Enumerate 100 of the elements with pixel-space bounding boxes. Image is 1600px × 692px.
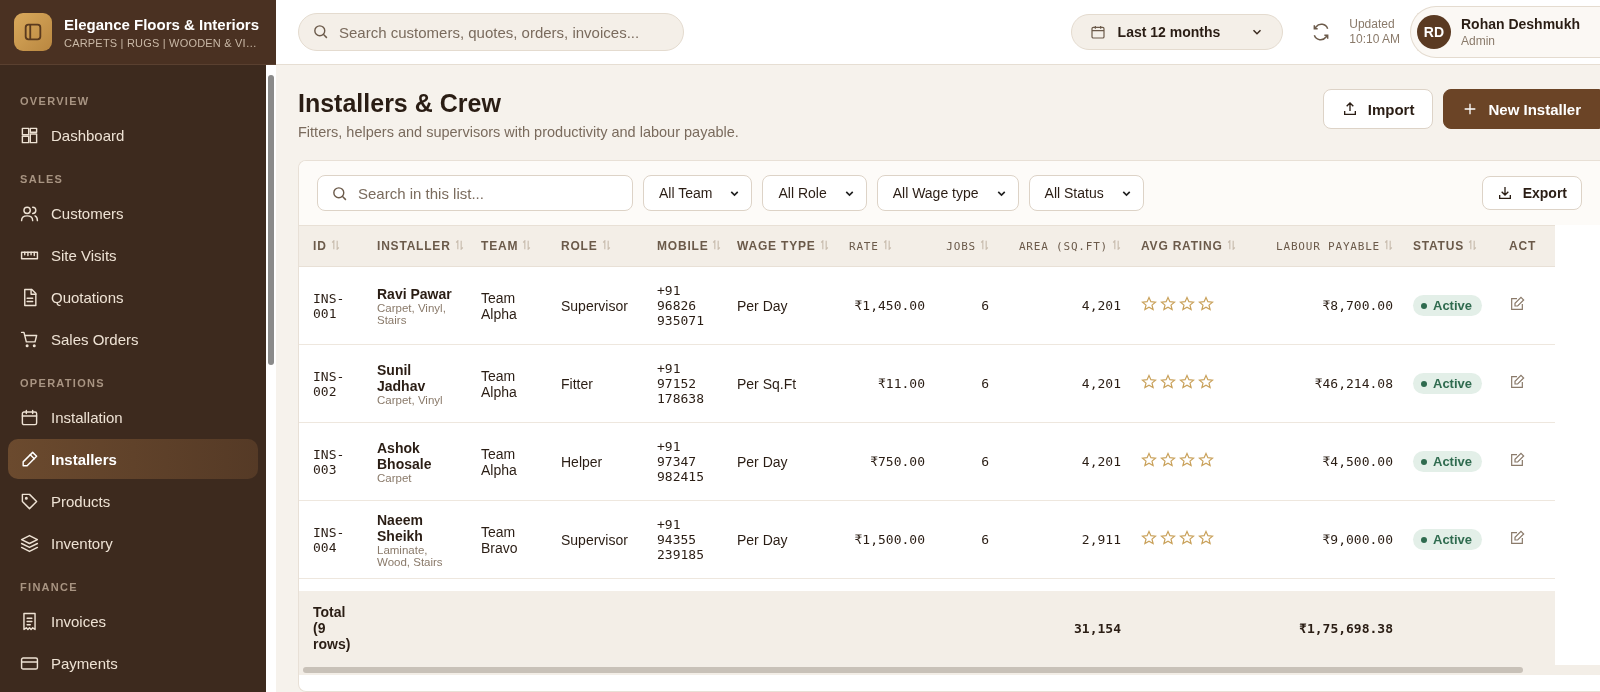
- rate-cell: ₹1,500.00: [835, 500, 931, 579]
- horizontal-scrollbar[interactable]: [303, 667, 1523, 673]
- column-header[interactable]: TEAM: [467, 225, 547, 267]
- mobile-cell: +91 94355 239185: [643, 500, 723, 579]
- id-cell: INS-001: [299, 266, 363, 345]
- wage-type-cell: Per Day: [723, 500, 835, 579]
- installer-name: Ashok Bhosale: [377, 439, 433, 472]
- filter-dropdown[interactable]: All Status: [1028, 175, 1144, 211]
- role-cell: Helper: [547, 422, 643, 501]
- team-cell: Team Alpha: [467, 344, 547, 423]
- list-search-field[interactable]: Search in this list...: [317, 175, 633, 211]
- rate-cell: ₹750.00: [835, 422, 931, 501]
- filter-dropdown[interactable]: All Wage type: [876, 175, 1019, 211]
- status-badge: Active: [1413, 373, 1483, 394]
- star-icon: [1141, 374, 1157, 390]
- installer-skills: Carpet, Vinyl, Stairs: [377, 301, 447, 326]
- sort-icon: [1384, 239, 1393, 250]
- star-icon: [1141, 530, 1157, 546]
- nav-section-title: OPERATIONS: [19, 376, 106, 391]
- nav-item[interactable]: Customers: [8, 193, 258, 233]
- new-button[interactable]: New Installer: [1443, 89, 1600, 129]
- nav-section-title: SALES: [19, 172, 65, 187]
- updated-time: 10:10 AM: [1349, 32, 1400, 47]
- total-payable: ₹1,75,698.38: [1249, 591, 1399, 665]
- grid-icon: [20, 125, 39, 145]
- import-button[interactable]: Import: [1322, 89, 1434, 129]
- jobs-cell: 6: [931, 344, 995, 423]
- nav-item[interactable]: Products: [8, 481, 258, 521]
- page-title: Installers & Crew: [298, 89, 502, 118]
- upload-icon: [1341, 101, 1358, 117]
- column-header[interactable]: RATE: [835, 225, 931, 267]
- edit-icon[interactable]: [1509, 374, 1525, 390]
- brand-logo-icon: [14, 13, 52, 51]
- star-icon: [1198, 296, 1214, 312]
- nav-item[interactable]: Payments: [8, 643, 258, 683]
- installer-name: Sunil Jadhav: [377, 361, 427, 394]
- installer-name: Naeem Sheikh: [377, 511, 424, 544]
- column-header[interactable]: ID: [299, 225, 363, 267]
- star-icon: [1160, 374, 1176, 390]
- page-subtitle: Fitters, helpers and supervisors with productivity and labour payable.: [298, 124, 739, 140]
- sort-icon: [819, 240, 829, 250]
- id-cell: INS-003: [299, 422, 363, 501]
- user-avatar: RD: [1417, 15, 1451, 49]
- column-header[interactable]: MOBILE: [643, 225, 723, 267]
- period-dropdown[interactable]: Last 12 months: [1070, 14, 1284, 50]
- installer-skills: Carpet, Vinyl: [377, 393, 444, 406]
- column-header[interactable]: INSTALLER: [363, 225, 467, 267]
- sort-icon: [522, 240, 532, 250]
- wage-type-cell: Per Day: [723, 266, 835, 345]
- payable-cell: ₹4,500.00: [1249, 422, 1399, 501]
- nav-item[interactable]: Site Visits: [8, 235, 258, 275]
- nav-item[interactable]: Installation: [8, 397, 258, 437]
- column-header[interactable]: WAGE TYPE: [723, 225, 835, 267]
- download-icon: [1496, 185, 1513, 201]
- edit-icon[interactable]: [1509, 296, 1525, 312]
- sort-icon: [712, 240, 722, 250]
- column-header[interactable]: STATUS: [1399, 225, 1495, 267]
- nav-item[interactable]: Inventory: [8, 523, 258, 563]
- sidebar-scrollbar[interactable]: [266, 65, 276, 692]
- sort-icon: [1468, 240, 1478, 250]
- receipt-icon: [20, 611, 39, 631]
- user-menu[interactable]: RD Rohan Deshmukh Admin: [1410, 6, 1600, 58]
- star-icon: [1179, 530, 1195, 546]
- column-header[interactable]: JOBS: [931, 225, 995, 267]
- column-header[interactable]: ROLE: [547, 225, 643, 267]
- calendar-icon: [20, 407, 39, 427]
- nav-item[interactable]: Quotations: [8, 277, 258, 317]
- tag-icon: [20, 491, 39, 511]
- nav-item[interactable]: Installers: [8, 439, 258, 479]
- star-icon: [1179, 296, 1195, 312]
- star-icon: [1198, 530, 1214, 546]
- mobile-cell: +91 97152 178638: [643, 344, 723, 423]
- export-button[interactable]: Export: [1481, 176, 1582, 210]
- star-icon: [1160, 530, 1176, 546]
- global-search-field[interactable]: Search customers, quotes, orders, invoices...: [298, 13, 684, 51]
- star-icon: [1160, 296, 1176, 312]
- status-badge: Active: [1413, 529, 1483, 550]
- column-header[interactable]: LABOUR PAYABLE: [1249, 225, 1399, 267]
- nav-item[interactable]: Invoices: [8, 601, 258, 641]
- nav-item[interactable]: Dashboard: [8, 115, 258, 155]
- star-icon: [1141, 452, 1157, 468]
- filter-dropdown[interactable]: All Team: [643, 175, 753, 211]
- mobile-cell: +91 97347 982415: [643, 422, 723, 501]
- rate-cell: ₹1,450.00: [835, 266, 931, 345]
- nav-item[interactable]: Sales Orders: [8, 319, 258, 359]
- jobs-cell: 6: [931, 266, 995, 345]
- column-header[interactable]: AREA (SQ.FT): [995, 225, 1127, 267]
- column-header[interactable]: ACT: [1495, 225, 1555, 267]
- column-header[interactable]: AVG RATING: [1127, 225, 1249, 267]
- nav-section-title: FINANCE: [19, 580, 79, 595]
- payable-cell: ₹46,214.08: [1249, 344, 1399, 423]
- edit-icon[interactable]: [1509, 452, 1525, 468]
- brand-name: Elegance Floors & Interiors: [64, 15, 260, 33]
- sort-icon: [1226, 240, 1236, 250]
- edit-icon[interactable]: [1509, 530, 1525, 546]
- jobs-cell: 6: [931, 500, 995, 579]
- total-label: Total (9 rows): [299, 591, 363, 665]
- mobile-cell: +91 96826 935071: [643, 266, 723, 345]
- filter-dropdown[interactable]: All Role: [762, 175, 867, 211]
- installer-skills: Laminate, Wood, Stairs: [377, 543, 444, 568]
